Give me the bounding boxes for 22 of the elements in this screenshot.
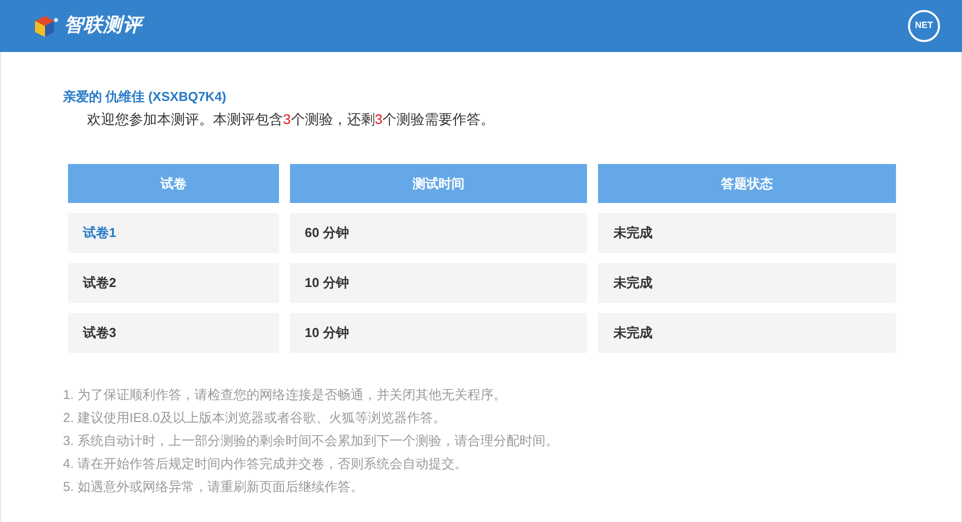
table-cell: 10 分钟 bbox=[290, 313, 588, 353]
table-cell: 未完成 bbox=[598, 263, 896, 303]
paper-link[interactable]: 试卷1 bbox=[68, 213, 279, 253]
table-cell: 未完成 bbox=[598, 313, 896, 353]
table-cell: 试卷3 bbox=[68, 313, 279, 353]
column-header: 试卷 bbox=[68, 164, 279, 203]
greeting: 亲爱的 仇维佳 (XSXBQ7K4) bbox=[63, 88, 228, 106]
instruction-note: 4. 请在开始作答后规定时间内作答完成并交卷，否则系统会自动提交。 bbox=[63, 455, 468, 473]
brand-name: 智联测评 bbox=[64, 12, 142, 40]
cube-logo-icon bbox=[32, 13, 58, 39]
table-cell: 未完成 bbox=[598, 213, 896, 253]
table-cell: 60 分钟 bbox=[290, 213, 588, 253]
table-cell: 10 分钟 bbox=[290, 263, 588, 303]
instruction-note: 3. 系统自动计时，上一部分测验的剩余时间不会累加到下一个测验，请合理分配时间。 bbox=[63, 432, 560, 450]
table-cell: 试卷2 bbox=[68, 263, 279, 303]
column-header: 测试时间 bbox=[290, 164, 588, 203]
net-badge-icon: NET bbox=[908, 10, 940, 42]
instruction-note: 1. 为了保证顺利作答，请检查您的网络连接是否畅通，并关闭其他无关程序。 bbox=[63, 386, 508, 404]
instruction-note: 5. 如遇意外或网络异常，请重刷新页面后继续作答。 bbox=[63, 478, 364, 496]
instruction-note: 2. 建议使用IE8.0及以上版本浏览器或者谷歌、火狐等浏览器作答。 bbox=[63, 409, 447, 427]
column-header: 答题状态 bbox=[598, 164, 896, 203]
welcome-message: 欢迎您参加本测评。本测评包含3个测验，还剩3个测验需要作答。 bbox=[86, 110, 496, 128]
